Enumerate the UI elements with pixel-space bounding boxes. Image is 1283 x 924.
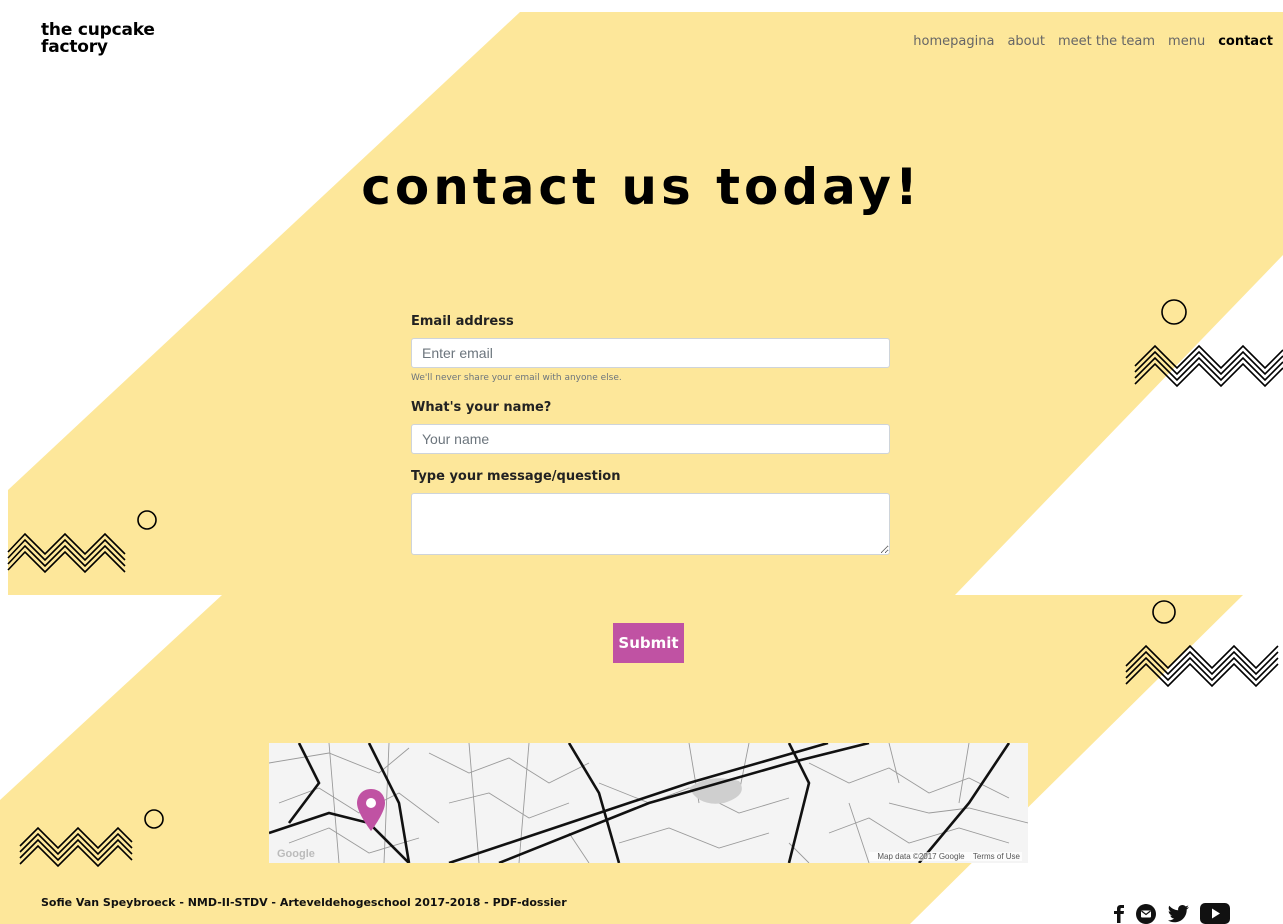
name-label: What's your name? xyxy=(411,400,552,415)
nav-menu[interactable]: menu xyxy=(1168,34,1205,49)
twitter-icon[interactable] xyxy=(1167,904,1189,923)
nav-meet-the-team[interactable]: meet the team xyxy=(1058,34,1155,49)
email-field[interactable] xyxy=(411,338,890,368)
map-data-text: Map data ©2017 Google xyxy=(877,852,965,861)
youtube-icon[interactable] xyxy=(1200,903,1230,924)
nav-contact[interactable]: contact xyxy=(1218,34,1273,49)
message-field[interactable] xyxy=(411,493,890,555)
contact-form: Email address We'll never share your ema… xyxy=(411,314,890,555)
social-links xyxy=(1113,903,1230,924)
nav-about[interactable]: about xyxy=(1007,34,1045,49)
email-label: Email address xyxy=(411,314,514,329)
brand-line-2: factory xyxy=(41,37,108,57)
nav-homepagina[interactable]: homepagina xyxy=(913,34,994,49)
email-help-text: We'll never share your email with anyone… xyxy=(411,373,622,383)
map-terms-link[interactable]: Terms of Use xyxy=(973,852,1020,861)
map-roads xyxy=(269,743,1028,863)
email-icon[interactable] xyxy=(1136,903,1156,924)
main-nav: homepagina about meet the team menu cont… xyxy=(913,34,1273,49)
location-map[interactable]: Google Map data ©2017 Google Terms of Us… xyxy=(269,743,1028,863)
message-label: Type your message/question xyxy=(411,469,621,484)
submit-button[interactable]: Submit xyxy=(613,623,684,663)
map-attribution: Map data ©2017 Google Terms of Use xyxy=(869,852,1022,861)
brand-logo[interactable]: the cupcake factory xyxy=(41,22,155,56)
footer-credit: Sofie Van Speybroeck - NMD-II-STDV - Art… xyxy=(41,896,567,909)
facebook-icon[interactable] xyxy=(1113,904,1125,923)
map-google-watermark: Google xyxy=(277,848,315,860)
name-field[interactable] xyxy=(411,424,890,454)
page-title: contact us today! xyxy=(361,158,922,216)
